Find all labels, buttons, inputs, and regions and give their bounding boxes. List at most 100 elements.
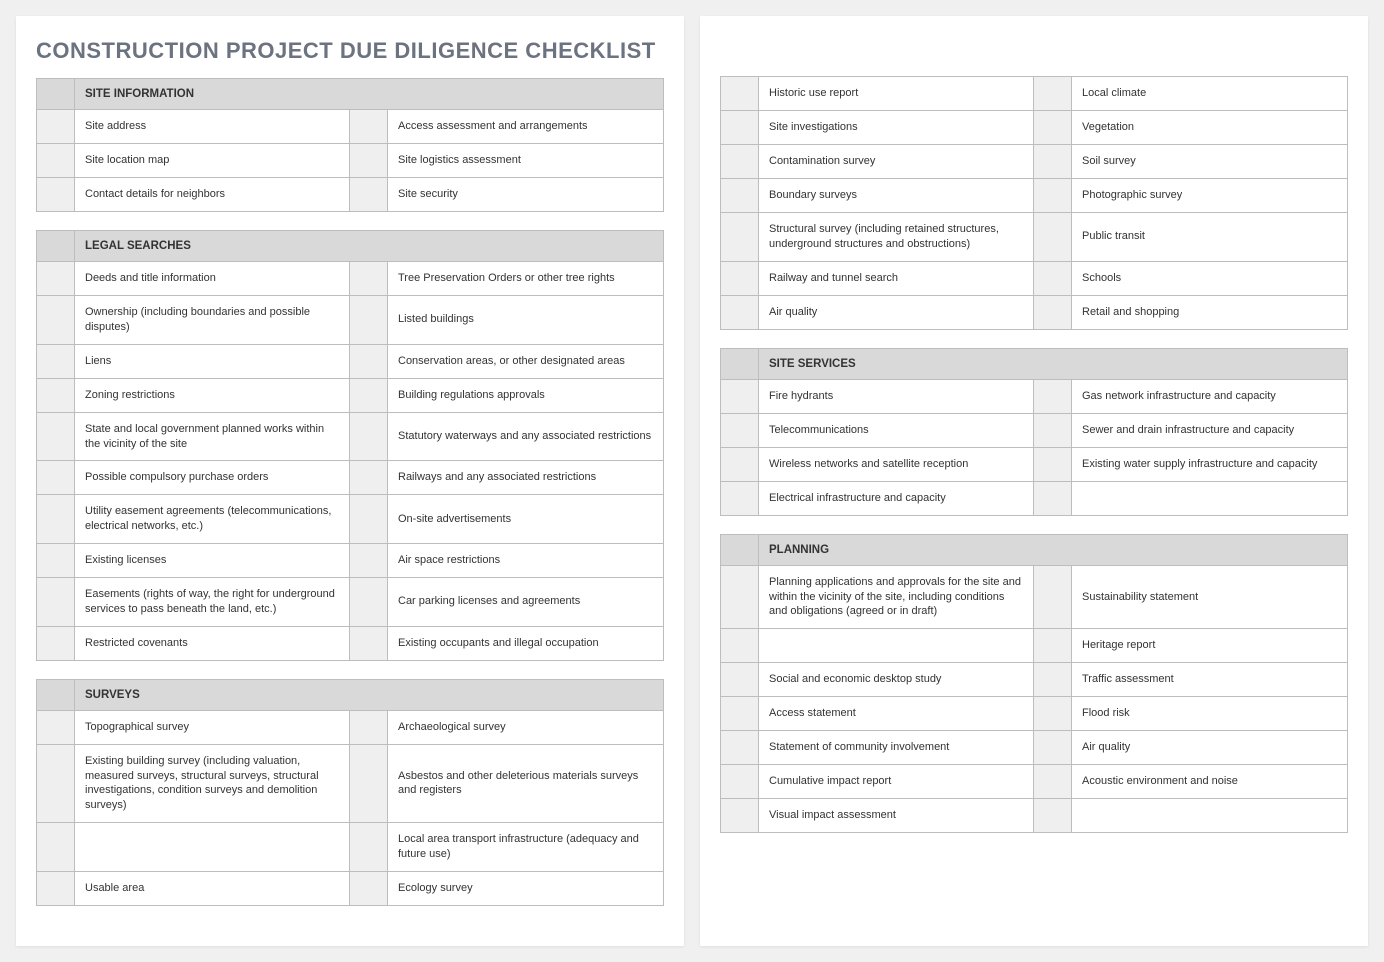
checkbox-cell[interactable] — [37, 144, 75, 177]
checkbox-cell[interactable] — [721, 213, 759, 261]
checkbox-cell[interactable] — [37, 413, 75, 461]
checkbox-cell[interactable] — [721, 448, 759, 481]
checkbox-cell[interactable] — [37, 711, 75, 744]
item-label: Archaeological survey — [388, 711, 663, 744]
table-row: Usable areaEcology survey — [36, 872, 664, 906]
checkbox-cell[interactable] — [721, 414, 759, 447]
checkbox-cell[interactable] — [350, 296, 388, 344]
checkbox-cell[interactable] — [37, 578, 75, 626]
checkbox-cell[interactable] — [721, 566, 759, 629]
checkbox-cell[interactable] — [721, 111, 759, 144]
checkbox-cell[interactable] — [350, 544, 388, 577]
checkbox-cell[interactable] — [1034, 414, 1072, 447]
item-label: Listed buildings — [388, 296, 663, 344]
checkbox-cell[interactable] — [350, 461, 388, 494]
item-label: Photographic survey — [1072, 179, 1347, 212]
checkbox-cell[interactable] — [37, 627, 75, 660]
section-title: SITE INFORMATION — [75, 79, 663, 109]
checkbox-cell[interactable] — [721, 296, 759, 329]
checkbox-cell[interactable] — [37, 544, 75, 577]
checkbox-cell[interactable] — [721, 482, 759, 515]
checkbox-cell[interactable] — [350, 345, 388, 378]
checkbox-cell[interactable] — [721, 179, 759, 212]
checkbox-cell[interactable] — [350, 823, 388, 871]
checkbox-cell[interactable] — [1034, 179, 1072, 212]
checkbox-cell[interactable] — [721, 262, 759, 295]
checkbox-cell[interactable] — [721, 77, 759, 110]
checkbox-cell[interactable] — [37, 178, 75, 211]
checkbox-cell[interactable] — [37, 495, 75, 543]
checkbox-cell[interactable] — [350, 144, 388, 177]
checkbox-cell[interactable] — [37, 379, 75, 412]
checkbox-cell[interactable] — [721, 731, 759, 764]
checkbox-cell[interactable] — [1034, 799, 1072, 832]
item-label: Existing building survey (including valu… — [75, 745, 350, 822]
item-label: Zoning restrictions — [75, 379, 350, 412]
checkbox-cell[interactable] — [1034, 448, 1072, 481]
checkbox-cell[interactable] — [350, 178, 388, 211]
item-label: Existing occupants and illegal occupatio… — [388, 627, 663, 660]
section-header: SITE INFORMATION — [36, 78, 664, 110]
section-legal: LEGAL SEARCHES Deeds and title informati… — [36, 230, 664, 661]
table-row: Wireless networks and satellite receptio… — [720, 448, 1348, 482]
checkbox-cell[interactable] — [1034, 566, 1072, 629]
checkbox-cell[interactable] — [1034, 111, 1072, 144]
checkbox-cell[interactable] — [37, 745, 75, 822]
header-cb-spacer — [37, 680, 75, 710]
item-label: Sustainability statement — [1072, 566, 1347, 629]
checkbox-cell[interactable] — [721, 799, 759, 832]
checkbox-cell[interactable] — [350, 110, 388, 143]
checkbox-cell[interactable] — [1034, 145, 1072, 178]
checkbox-cell[interactable] — [1034, 380, 1072, 413]
checkbox-cell[interactable] — [721, 765, 759, 798]
item-label: Sewer and drain infrastructure and capac… — [1072, 414, 1347, 447]
checkbox-cell[interactable] — [350, 413, 388, 461]
checkbox-cell[interactable] — [721, 629, 759, 662]
item-label: Building regulations approvals — [388, 379, 663, 412]
section-surveys-cont: Historic use reportLocal climateSite inv… — [720, 76, 1348, 330]
item-label — [759, 629, 1034, 662]
checkbox-cell[interactable] — [721, 697, 759, 730]
checkbox-cell[interactable] — [37, 262, 75, 295]
checkbox-cell[interactable] — [350, 495, 388, 543]
checkbox-cell[interactable] — [37, 110, 75, 143]
table-row: Contamination surveySoil survey — [720, 145, 1348, 179]
checkbox-cell[interactable] — [350, 627, 388, 660]
table-row: Site location mapSite logistics assessme… — [36, 144, 664, 178]
checkbox-cell[interactable] — [1034, 213, 1072, 261]
item-label: Flood risk — [1072, 697, 1347, 730]
item-label: Conservation areas, or other designated … — [388, 345, 663, 378]
item-label: Vegetation — [1072, 111, 1347, 144]
checkbox-cell[interactable] — [350, 262, 388, 295]
checkbox-cell[interactable] — [37, 823, 75, 871]
checkbox-cell[interactable] — [350, 379, 388, 412]
item-label: Local climate — [1072, 77, 1347, 110]
item-label: Acoustic environment and noise — [1072, 765, 1347, 798]
item-label: Air space restrictions — [388, 544, 663, 577]
checkbox-cell[interactable] — [350, 578, 388, 626]
checkbox-cell[interactable] — [721, 380, 759, 413]
checkbox-cell[interactable] — [1034, 731, 1072, 764]
checkbox-cell[interactable] — [721, 663, 759, 696]
item-label: Statutory waterways and any associated r… — [388, 413, 663, 461]
item-label: Social and economic desktop study — [759, 663, 1034, 696]
table-row: Access statement Flood risk — [720, 697, 1348, 731]
item-label: Access statement — [759, 697, 1034, 730]
checkbox-cell[interactable] — [37, 296, 75, 344]
item-label: On-site advertisements — [388, 495, 663, 543]
item-label: Tree Preservation Orders or other tree r… — [388, 262, 663, 295]
checkbox-cell[interactable] — [37, 345, 75, 378]
checkbox-cell[interactable] — [1034, 629, 1072, 662]
checkbox-cell[interactable] — [1034, 663, 1072, 696]
checkbox-cell[interactable] — [1034, 765, 1072, 798]
checkbox-cell[interactable] — [350, 711, 388, 744]
checkbox-cell[interactable] — [1034, 77, 1072, 110]
checkbox-cell[interactable] — [1034, 296, 1072, 329]
checkbox-cell[interactable] — [37, 461, 75, 494]
checkbox-cell[interactable] — [1034, 482, 1072, 515]
checkbox-cell[interactable] — [721, 145, 759, 178]
checkbox-cell[interactable] — [1034, 262, 1072, 295]
checkbox-cell[interactable] — [350, 745, 388, 822]
checkbox-cell[interactable] — [1034, 697, 1072, 730]
header-cb-spacer — [37, 79, 75, 109]
